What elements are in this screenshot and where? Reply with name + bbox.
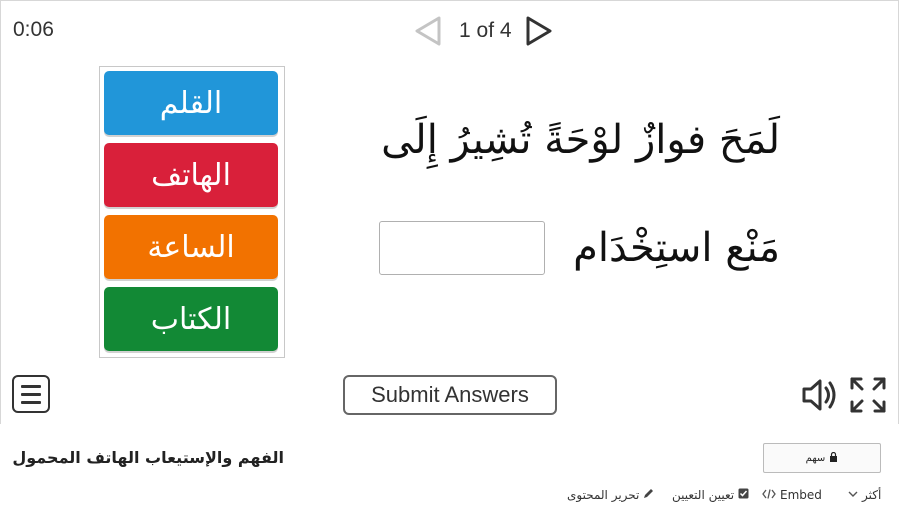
checkbox-icon: [738, 488, 749, 502]
hamburger-menu-icon-line: [21, 400, 41, 404]
answer-tile-watch[interactable]: الساعة: [104, 215, 278, 279]
lock-icon: [829, 451, 838, 465]
share-label: سهم: [805, 452, 826, 464]
hamburger-menu-icon-line: [21, 392, 41, 396]
activity-stage: 0:06 1 of 4 القلم الهاتف الساعة الكتاب ل…: [0, 0, 899, 425]
sentence-line-1: لَمَحَ فوازٌ لوْحَةً تُشِيرُ إِلَى: [381, 117, 780, 163]
fullscreen-icon[interactable]: [849, 376, 887, 418]
menu-button[interactable]: [12, 375, 50, 413]
embed-label: Embed: [780, 488, 822, 502]
previous-arrow-icon[interactable]: [411, 13, 445, 49]
edit-content-link[interactable]: تحرير المحتوى: [567, 488, 654, 502]
edit-content-label: تحرير المحتوى: [567, 488, 640, 502]
assign-link[interactable]: تعيين التعيين: [672, 488, 749, 502]
activity-title: الفهم والإستيعاب الهاتف المحمول: [12, 448, 284, 467]
assign-label: تعيين التعيين: [672, 488, 735, 502]
speaker-icon[interactable]: [801, 377, 839, 417]
question-counter: 1 of 4: [459, 19, 512, 42]
next-arrow-icon[interactable]: [522, 13, 556, 49]
embed-link[interactable]: Embed: [762, 488, 822, 502]
chevron-down-icon: [848, 490, 858, 501]
more-label: أكثر: [862, 488, 882, 502]
timer: 0:06: [13, 18, 54, 41]
answer-tile-pen[interactable]: القلم: [104, 71, 278, 135]
more-link[interactable]: أكثر: [848, 488, 881, 502]
pencil-icon: [643, 488, 654, 502]
sentence-line-2: مَنْع استِخْدَام: [379, 221, 780, 275]
sentence-line-2-text: مَنْع استِخْدَام: [573, 225, 780, 271]
answer-tile-phone[interactable]: الهاتف: [104, 143, 278, 207]
hamburger-menu-icon: [21, 384, 41, 388]
answer-tile-book[interactable]: الكتاب: [104, 287, 278, 351]
question-navigation: 1 of 4: [411, 13, 556, 49]
submit-answers-button[interactable]: Submit Answers: [343, 375, 557, 415]
code-icon: [762, 488, 776, 502]
share-button[interactable]: سهم: [763, 443, 881, 473]
answer-drop-zone[interactable]: [379, 221, 546, 275]
answer-tiles-panel: القلم الهاتف الساعة الكتاب: [99, 66, 285, 358]
